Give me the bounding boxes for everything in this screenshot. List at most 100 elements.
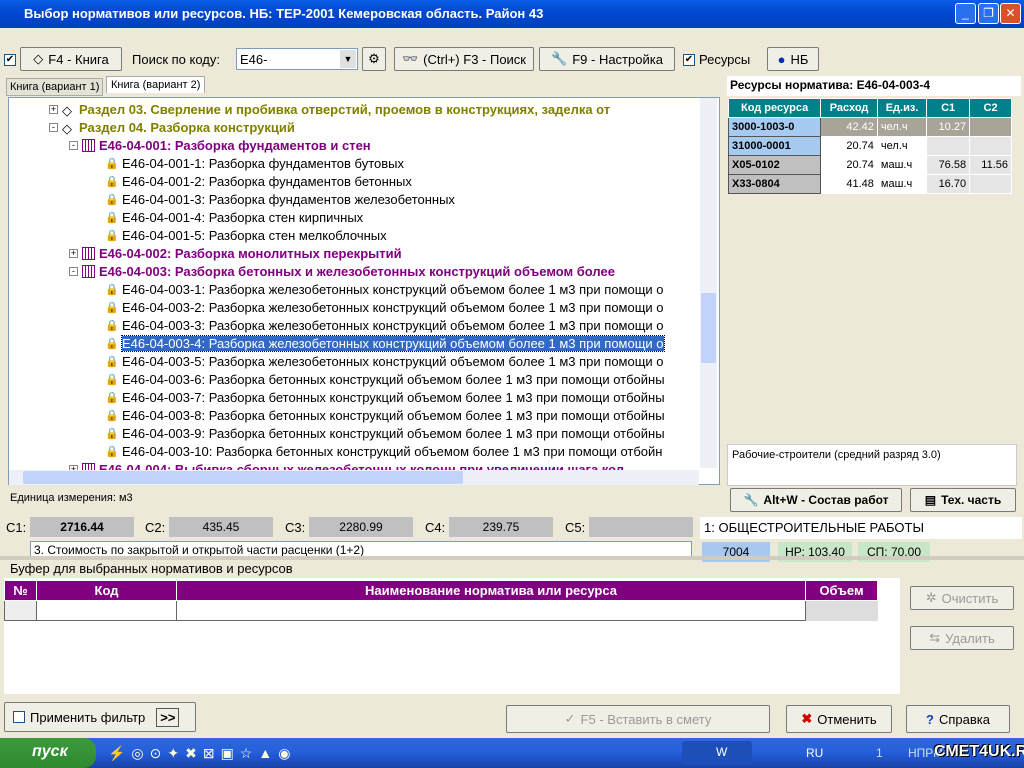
search-input[interactable]: E46- ▼	[236, 48, 358, 70]
table-row[interactable]: 31000-0001 20.74 чел.ч	[727, 136, 1012, 156]
tree-item[interactable]: + E46-04-002: Разборка монолитных перекры…	[69, 244, 402, 262]
tree-item-label: E46-04-003-8: Разборка бетонных конструк…	[122, 407, 665, 423]
settings-button[interactable]: 🔧 F9 - Настройка	[539, 47, 675, 71]
resource-cell: 16.70	[926, 174, 971, 194]
resource-cell: чел.ч	[876, 117, 928, 137]
tree-item[interactable]: - E46-04-001: Разборка фундаментов и стен	[69, 136, 371, 154]
window-title: Выбор нормативов или ресурсов. НБ: ТЕР-2…	[24, 6, 544, 21]
tree-item[interactable]: 🔒 E46-04-003-3: Разборка железобетонных к…	[105, 316, 664, 334]
tree-item[interactable]: 🔒 E46-04-003-9: Разборка бетонных констру…	[105, 424, 665, 442]
cancel-label: Отменить	[817, 711, 877, 727]
tab-book-2[interactable]: Книга (вариант 2)	[106, 76, 206, 93]
taskbar: пуск ⚡◎⊙✦✖⊠▣☆▲◉ W RU 1 НПРМ СМЕТ4UK.RU	[0, 738, 1024, 768]
resource-cell: 41.48	[820, 174, 878, 194]
tree-item[interactable]: 🔒 E46-04-001-3: Разборка фундаментов желе…	[105, 190, 455, 208]
resources-title: Ресурсы норматива: E46-04-003-4	[727, 76, 1021, 96]
taskbar-task[interactable]: W	[682, 741, 752, 765]
tree-item[interactable]: 🔒 E46-04-003-5: Разборка железобетонных к…	[105, 352, 664, 370]
tree-item-label: E46-04-002: Разборка монолитных перекрыт…	[99, 245, 402, 261]
tree-item[interactable]: 🔒 E46-04-003-4: Разборка железобетонных к…	[105, 334, 665, 352]
lock-icon: 🔒	[105, 427, 119, 440]
tree-item-label: E46-04-003-10: Разборка бетонных констру…	[122, 443, 663, 459]
tree-item[interactable]: 🔒 E46-04-003-7: Разборка бетонных констру…	[105, 388, 665, 406]
chevron-down-icon[interactable]: ▼	[340, 50, 356, 68]
tree-item[interactable]: 🔒 E46-04-001-2: Разборка фундаментов бето…	[105, 172, 412, 190]
tree-item[interactable]: 🔒 E46-04-003-1: Разборка железобетонных к…	[105, 280, 664, 298]
book-button[interactable]: ◇ F4 - Книга	[20, 47, 122, 71]
lock-icon: 🔒	[105, 229, 119, 242]
delete-button[interactable]: ⇆ Удалить	[910, 626, 1014, 650]
tree-item[interactable]: - E46-04-003: Разборка бетонных и железоб…	[69, 262, 615, 280]
maximize-button[interactable]: ❐	[978, 3, 999, 24]
gear-button[interactable]: ⚙	[362, 47, 386, 71]
tree-item-label: Раздел 03. Сверление и пробивка отверсти…	[79, 101, 611, 117]
lock-icon: 🔒	[105, 409, 119, 422]
clear-icon: ✲	[925, 590, 937, 605]
expand-toggle-icon[interactable]: -	[69, 140, 78, 150]
tree-item[interactable]: 🔒 E46-04-003-6: Разборка бетонных констру…	[105, 370, 665, 388]
resource-cell: маш.ч	[876, 174, 928, 194]
tech-label: Тех. часть	[941, 493, 1002, 507]
table-row[interactable]: 3000-1003-0 42.42 чел.ч 10.27	[727, 117, 1012, 137]
tree-item-label: Раздел 04. Разборка конструкций	[79, 119, 295, 135]
resource-col-header[interactable]: Расход	[820, 98, 878, 118]
book-icon: ◇	[62, 102, 72, 118]
cost-value: 2716.44	[30, 517, 134, 537]
resource-cell: X05-0102	[727, 155, 822, 175]
start-button[interactable]: пуск	[0, 738, 96, 768]
expand-toggle-icon[interactable]: -	[49, 122, 58, 132]
tree-item[interactable]: 🔒 E46-04-001-5: Разборка стен мелкоблочны…	[105, 226, 387, 244]
tree-hscrollbar[interactable]	[9, 470, 699, 485]
book-label: F4 - Книга	[48, 51, 109, 67]
tree-item[interactable]: 🔒 E46-04-001-4: Разборка стен кирпичных	[105, 208, 363, 226]
tree-item[interactable]: 🔒 E46-04-001-1: Разборка фундаментов буто…	[105, 154, 404, 172]
insert-button[interactable]: ✓ F5 - Вставить в смету	[506, 705, 770, 733]
book-icon: ◇	[62, 120, 72, 136]
expand-toggle-icon[interactable]: -	[69, 266, 78, 276]
search-value: E46-	[240, 52, 268, 67]
col-num: №	[4, 580, 37, 601]
filter-more-button[interactable]: >>	[156, 707, 180, 727]
expand-toggle-icon[interactable]: +	[49, 104, 58, 114]
filter-toggle[interactable]: Применить фильтр >>	[4, 702, 196, 732]
table-row[interactable]: X33-0804 41.48 маш.ч 16.70	[727, 174, 1012, 194]
resource-cell	[969, 174, 1012, 194]
tree-vscrollbar[interactable]	[700, 98, 717, 468]
col-volume: Объем	[805, 580, 878, 601]
help-label: Справка	[938, 711, 990, 727]
expand-toggle-icon[interactable]: +	[69, 248, 78, 258]
clear-button[interactable]: ✲ Очистить	[910, 586, 1014, 610]
help-button[interactable]: ? Справка	[906, 705, 1010, 733]
buffer-title: Буфер для выбранных нормативов и ресурсо…	[8, 561, 295, 576]
resource-col-header[interactable]: Код ресурса	[727, 98, 822, 118]
find-button[interactable]: 👓 (Ctrl+) F3 - Поиск	[394, 47, 534, 71]
binoculars-icon: 👓	[401, 51, 419, 66]
resource-col-header[interactable]: С1	[926, 98, 971, 118]
cancel-button[interactable]: ✖ Отменить	[786, 705, 892, 733]
table-row[interactable]: X05-0102 20.74 маш.ч 76.58 11.56	[727, 155, 1012, 175]
quicklaunch-icons[interactable]: ⚡◎⊙✦✖⊠▣☆▲◉	[108, 745, 296, 762]
tree-item[interactable]: - ◇ Раздел 04. Разборка конструкций	[49, 118, 295, 136]
tree-item[interactable]: + ◇ Раздел 03. Сверление и пробивка отверс…	[49, 100, 610, 118]
resources-checkbox[interactable]: ✔	[683, 54, 695, 66]
tree-item-label: E46-04-003-5: Разборка железобетонных ко…	[122, 353, 664, 369]
nb-button[interactable]: ● НБ	[767, 47, 819, 71]
normative-tree[interactable]: + ◇ Раздел 03. Сверление и пробивка отверс…	[8, 97, 720, 485]
tree-item-label: E46-04-003-7: Разборка бетонных конструк…	[122, 389, 665, 405]
tab-book-1[interactable]: Книга (вариант 1)	[6, 78, 104, 96]
tree-item-label: E46-04-001-2: Разборка фундаментов бетон…	[122, 173, 412, 189]
minimize-button[interactable]: _	[955, 3, 976, 24]
tree-item[interactable]: 🔒 E46-04-003-8: Разборка бетонных констру…	[105, 406, 665, 424]
resource-col-header[interactable]: С2	[969, 98, 1012, 118]
toolbar-checkbox[interactable]: ✔	[4, 54, 16, 66]
resource-col-header[interactable]: Ед.из.	[876, 98, 928, 118]
table-row[interactable]	[4, 600, 878, 621]
filter-checkbox[interactable]	[13, 711, 25, 723]
unit-label: Единица измерения: м3	[10, 492, 133, 504]
close-button[interactable]: ✕	[1000, 3, 1021, 24]
language-indicator[interactable]: RU	[806, 746, 823, 760]
tech-part-button[interactable]: ▤ Тех. часть	[910, 488, 1016, 512]
tree-item[interactable]: 🔒 E46-04-003-2: Разборка железобетонных к…	[105, 298, 664, 316]
tree-item[interactable]: 🔒 E46-04-003-10: Разборка бетонных констр…	[105, 442, 662, 460]
works-button[interactable]: 🔧 Alt+W - Состав работ	[730, 488, 902, 512]
